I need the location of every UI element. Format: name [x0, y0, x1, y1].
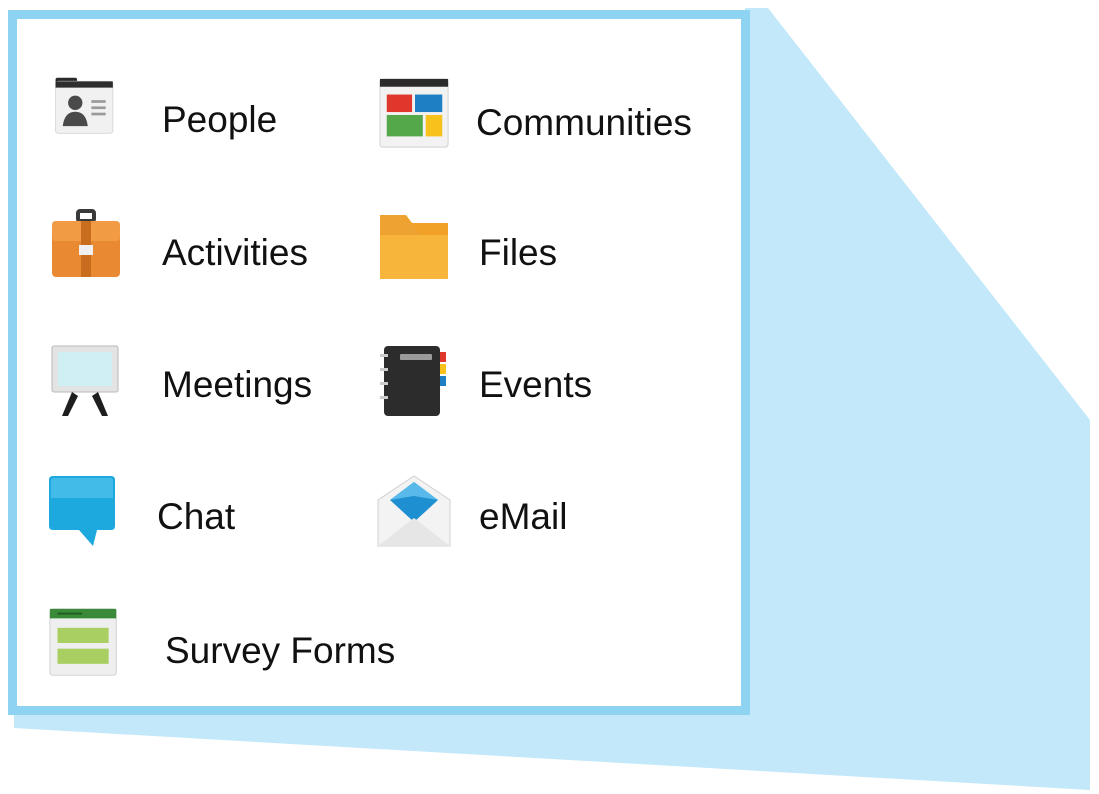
notebook-icon	[380, 346, 446, 416]
app-label-survey-forms: Survey Forms	[165, 630, 396, 671]
app-label-events: Events	[479, 364, 593, 405]
app-label-people: People	[162, 99, 278, 140]
briefcase-icon	[52, 209, 120, 277]
folder-icon	[380, 215, 448, 279]
envelope-icon	[377, 475, 451, 547]
app-label-files: Files	[479, 232, 558, 273]
app-label-communities: Communities	[476, 102, 692, 143]
chat-bubble-icon	[49, 476, 115, 546]
app-label-activities: Activities	[162, 232, 308, 273]
apps-panel: People Communities Activities Files Meet…	[8, 10, 750, 715]
tiles-grid-icon	[379, 78, 449, 148]
presentation-board-icon	[51, 345, 119, 416]
form-icon	[49, 608, 117, 676]
contact-card-icon	[55, 77, 114, 134]
app-label-chat: Chat	[157, 496, 236, 537]
app-label-meetings: Meetings	[162, 364, 313, 405]
app-label-email: eMail	[479, 496, 568, 537]
